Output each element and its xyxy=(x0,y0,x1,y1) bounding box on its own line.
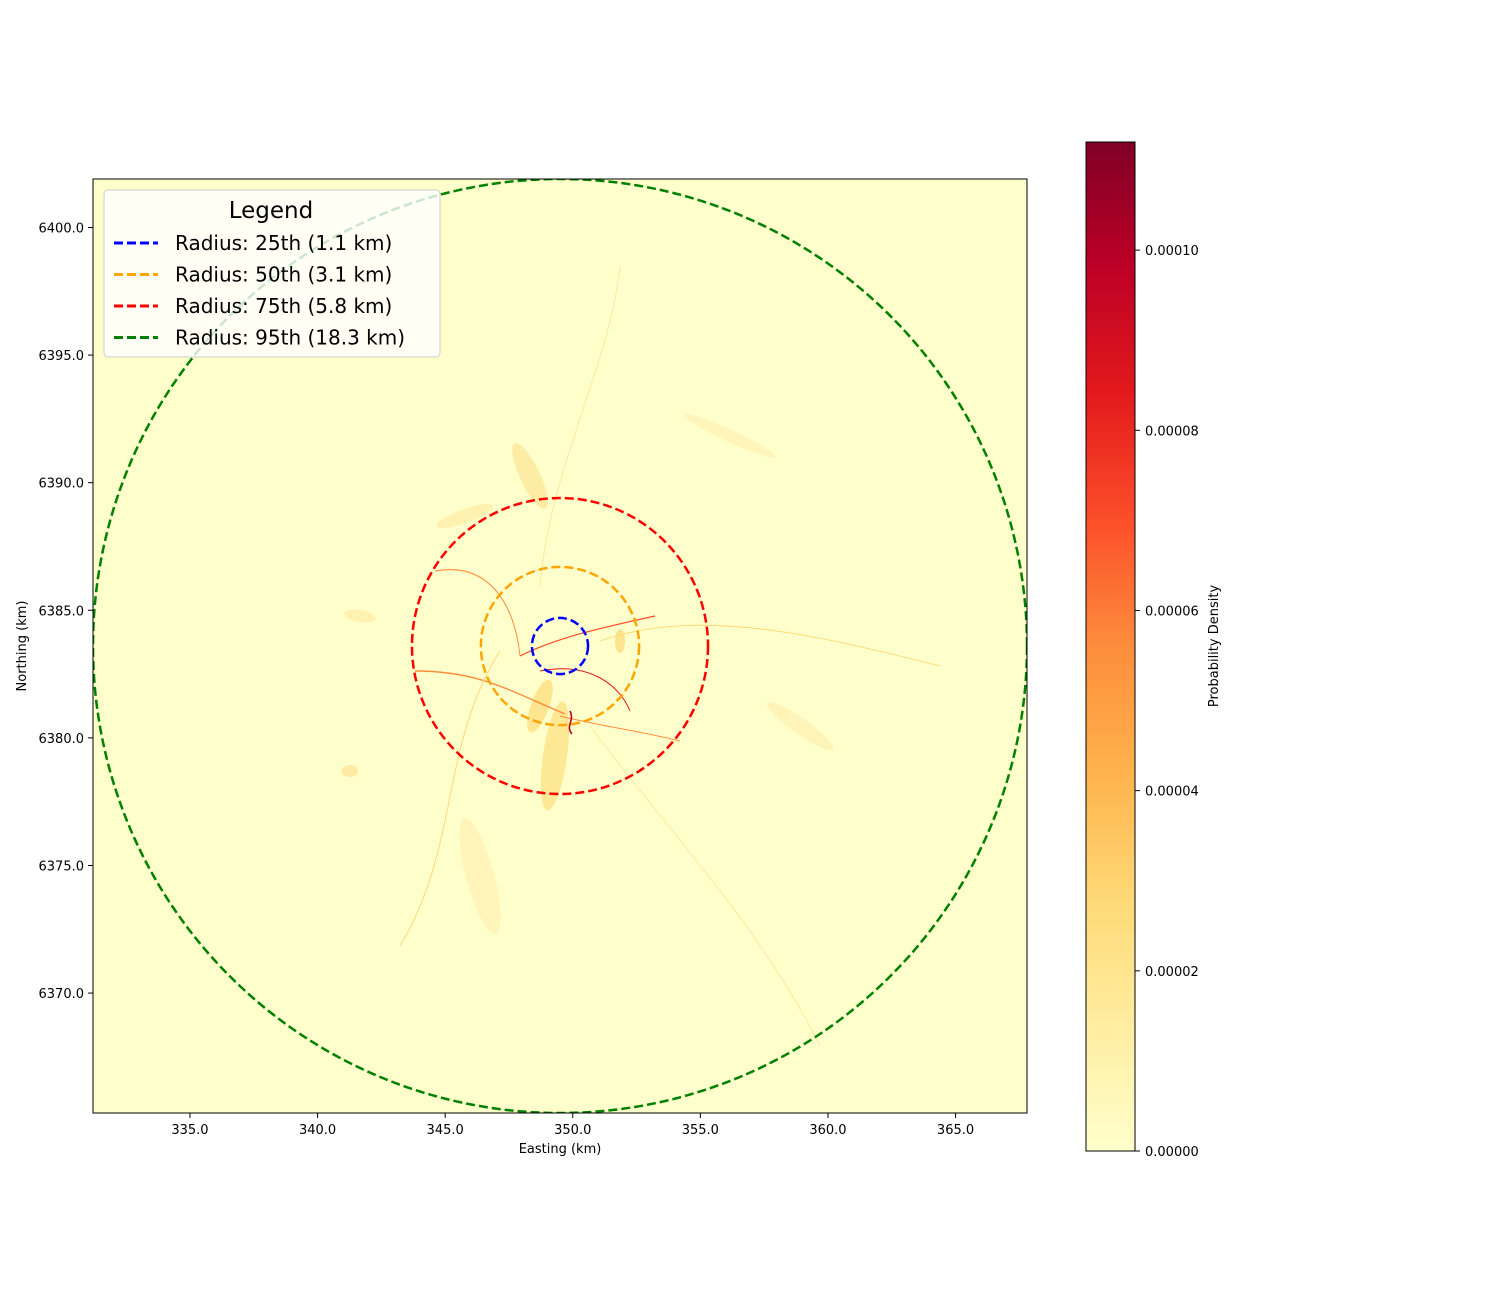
x-tick-label: 355.0 xyxy=(682,1123,719,1138)
colorbar-tick-label: 0.00008 xyxy=(1145,424,1199,439)
x-tick-label: 360.0 xyxy=(809,1123,846,1138)
x-tick-label: 350.0 xyxy=(554,1123,591,1138)
colorbar: 0.00000 0.00002 0.00004 0.00006 0.00008 0.000… xyxy=(1085,141,1222,1160)
chart-svg: 335.0 340.0 345.0 350.0 355.0 360.0 365.0 6370… xyxy=(15,141,1222,1160)
x-tick-label: 365.0 xyxy=(937,1123,974,1138)
colorbar-tick-label: 0.00010 xyxy=(1145,244,1199,259)
y-tick-label: 6375.0 xyxy=(39,859,85,874)
legend-entry-label: Radius: 95th (18.3 km) xyxy=(175,326,405,350)
colorbar-gradient xyxy=(1085,141,1136,1152)
legend-entry-label: Radius: 75th (5.8 km) xyxy=(175,294,392,318)
figure: 335.0 340.0 345.0 350.0 355.0 360.0 365.0 6370… xyxy=(0,0,1500,1300)
y-tick-label: 6395.0 xyxy=(39,349,85,364)
legend-title: Legend xyxy=(229,198,314,224)
colorbar-tick-label: 0.00006 xyxy=(1145,604,1199,619)
y-tick-label: 6390.0 xyxy=(39,477,85,492)
colorbar-tick-label: 0.00004 xyxy=(1145,785,1199,800)
colorbar-tick-label: 0.00000 xyxy=(1145,1145,1199,1160)
legend-entry-label: Radius: 25th (1.1 km) xyxy=(175,231,392,255)
y-tick-label: 6380.0 xyxy=(39,732,85,747)
y-tick-label: 6400.0 xyxy=(39,221,85,236)
colorbar-label: Probability Density xyxy=(1207,585,1222,708)
y-tick-label: 6370.0 xyxy=(39,987,85,1002)
density-patch xyxy=(615,629,625,653)
colorbar-ticks: 0.00000 0.00002 0.00004 0.00006 0.00008 0.000… xyxy=(1135,244,1199,1160)
x-tick-label: 345.0 xyxy=(427,1123,464,1138)
legend: Legend Radius: 25th (1.1 km) Radius: 50th… xyxy=(103,189,441,358)
x-tick-label: 335.0 xyxy=(171,1123,208,1138)
y-tick-label: 6385.0 xyxy=(39,604,85,619)
y-axis-label: Northing (km) xyxy=(15,601,30,692)
density-patch xyxy=(342,765,358,777)
x-axis-ticks: 335.0 340.0 345.0 350.0 355.0 360.0 365.0 xyxy=(171,1113,974,1138)
legend-entry-label: Radius: 50th (3.1 km) xyxy=(175,263,392,287)
x-axis-label: Easting (km) xyxy=(519,1142,602,1157)
colorbar-tick-label: 0.00002 xyxy=(1145,965,1199,980)
y-axis-ticks: 6370.0 6375.0 6380.0 6385.0 6390.0 6395.0 6400… xyxy=(39,221,93,1002)
x-tick-label: 340.0 xyxy=(299,1123,336,1138)
